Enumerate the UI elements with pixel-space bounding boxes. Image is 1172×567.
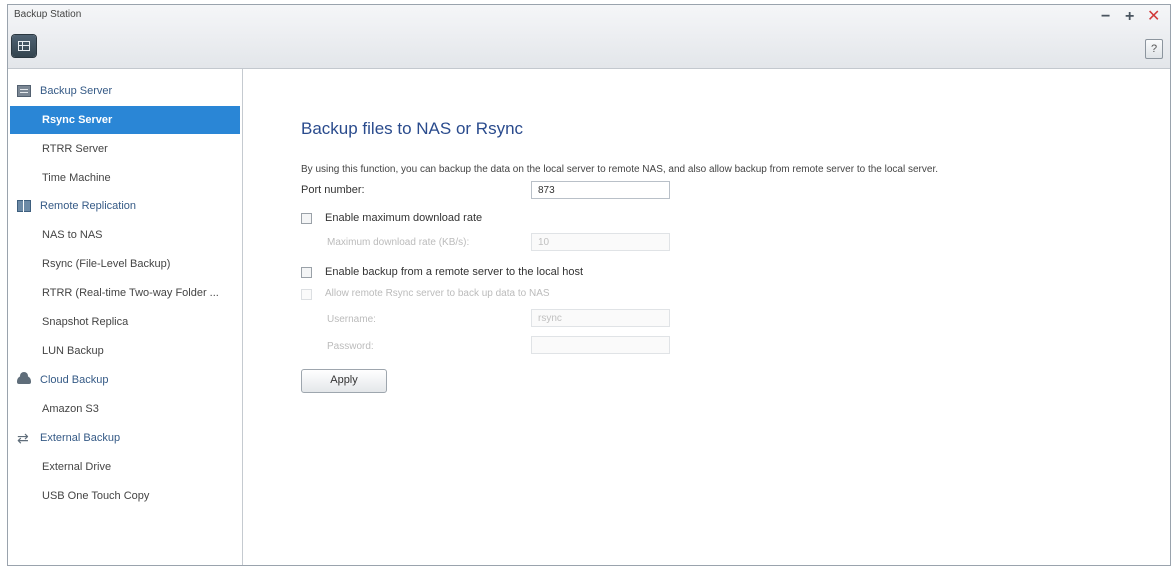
username-input[interactable]	[531, 309, 670, 327]
max-download-rate-input[interactable]	[531, 233, 670, 251]
enable-max-download-label: Enable maximum download rate	[325, 212, 483, 224]
sidebar-item-lun-backup[interactable]: LUN Backup	[8, 337, 242, 365]
sidebar-item-label: Rsync Server	[42, 114, 113, 126]
sidebar-item-label: NAS to NAS	[42, 229, 103, 241]
maximize-icon[interactable]: +	[1125, 9, 1134, 25]
sidebar-item-rsync-server[interactable]: Rsync Server	[10, 106, 240, 134]
sidebar-group-cloud-backup[interactable]: Cloud Backup	[8, 366, 242, 394]
server-icon	[17, 85, 31, 97]
help-button[interactable]: ?	[1145, 39, 1163, 59]
enable-max-download-checkbox[interactable]	[301, 213, 312, 224]
sidebar-item-label: USB One Touch Copy	[42, 490, 150, 502]
sync-arrows-icon: ⇄	[17, 430, 29, 446]
max-download-rate-label: Maximum download rate (KB/s):	[327, 237, 470, 248]
sidebar-item-external-drive[interactable]: External Drive	[8, 453, 242, 481]
sidebar-item-snapshot-replica[interactable]: Snapshot Replica	[8, 308, 242, 336]
title-bar: Backup Station − + ✕ ?	[8, 5, 1170, 69]
backup-station-window: Backup Station − + ✕ ? Backup Server Rsy…	[7, 4, 1171, 566]
minimize-icon[interactable]: −	[1101, 9, 1110, 25]
page-title: Backup files to NAS or Rsync	[301, 119, 524, 138]
sidebar-item-time-machine[interactable]: Time Machine	[8, 164, 242, 192]
sidebar-item-label: Time Machine	[42, 172, 111, 184]
sidebar-group-external-backup[interactable]: ⇄ External Backup	[8, 424, 242, 452]
menu-grid-icon	[18, 41, 30, 51]
sidebar-group-remote-replication[interactable]: Remote Replication	[8, 192, 242, 220]
allow-remote-rsync-label: Allow remote Rsync server to back up dat…	[325, 288, 550, 299]
sidebar-item-label: LUN Backup	[42, 345, 104, 357]
app-menu-button[interactable]	[12, 35, 36, 57]
sidebar-item-label: Amazon S3	[42, 403, 99, 415]
sidebar-item-rtrr-server[interactable]: RTRR Server	[8, 135, 242, 163]
enable-remote-backup-checkbox[interactable]	[301, 267, 312, 278]
sidebar: Backup Server Rsync Server RTRR Server T…	[8, 69, 243, 565]
sidebar-item-label: RTRR (Real-time Two-way Folder ...	[42, 287, 219, 299]
sidebar-group-label: Cloud Backup	[40, 374, 109, 386]
page-description: By using this function, you can backup t…	[301, 164, 938, 175]
sidebar-item-label: External Drive	[42, 461, 112, 473]
sidebar-group-label: Remote Replication	[40, 200, 136, 212]
enable-remote-backup-label: Enable backup from a remote server to th…	[325, 266, 584, 278]
sidebar-item-rtrr-realtime[interactable]: RTRR (Real-time Two-way Folder ...	[8, 279, 242, 307]
port-number-input[interactable]	[531, 181, 670, 199]
window-title: Backup Station	[14, 9, 82, 20]
sidebar-item-nas-to-nas[interactable]: NAS to NAS	[8, 221, 242, 249]
sidebar-group-label: Backup Server	[40, 85, 113, 97]
replication-icon	[17, 200, 31, 212]
sidebar-group-backup-server[interactable]: Backup Server	[8, 77, 242, 105]
password-label: Password:	[327, 341, 374, 352]
sidebar-item-rsync-file-level[interactable]: Rsync (File-Level Backup)	[8, 250, 242, 278]
port-number-label: Port number:	[301, 184, 365, 196]
cloud-icon	[17, 372, 31, 384]
password-input[interactable]	[531, 336, 670, 354]
allow-remote-rsync-checkbox[interactable]	[301, 289, 312, 300]
sidebar-item-usb-one-touch-copy[interactable]: USB One Touch Copy	[8, 482, 242, 510]
username-label: Username:	[327, 314, 376, 325]
sidebar-group-label: External Backup	[40, 432, 121, 444]
sidebar-item-label: Snapshot Replica	[42, 316, 129, 328]
sidebar-item-label: Rsync (File-Level Backup)	[42, 258, 171, 270]
main-panel: Backup files to NAS or Rsync By using th…	[243, 69, 1170, 565]
apply-button[interactable]: Apply	[301, 369, 387, 393]
sidebar-item-amazon-s3[interactable]: Amazon S3	[8, 395, 242, 423]
sidebar-item-label: RTRR Server	[42, 143, 108, 155]
close-icon[interactable]: ✕	[1147, 9, 1160, 25]
